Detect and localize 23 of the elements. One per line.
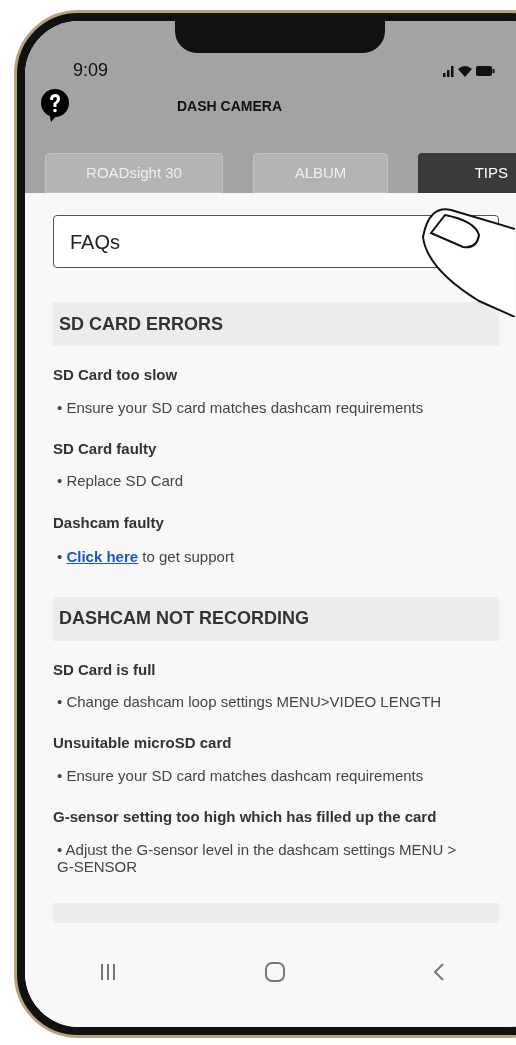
faq-question: SD Card is full xyxy=(53,659,157,680)
faq-question: Unsuitable microSD card xyxy=(53,733,233,754)
faq-answer: • Ensure your SD card matches dashcam requirements xyxy=(56,398,425,416)
recent-apps-icon[interactable] xyxy=(98,962,118,982)
back-icon[interactable] xyxy=(432,962,446,982)
faq-question: SD Card too slow xyxy=(53,365,179,385)
faq-question: SD Card faulty xyxy=(53,438,158,459)
faq-question: G-sensor setting too high which has filled up the card xyxy=(53,807,438,827)
home-icon[interactable] xyxy=(264,961,286,983)
faq-answer: • Replace SD Card xyxy=(56,472,185,490)
tab[interactable]: TIPS xyxy=(418,153,516,193)
section-header: DASHCAM NOT RECORDING xyxy=(53,596,499,641)
faq-answer: • Click here to get support xyxy=(56,547,236,567)
status-time: 9:09 xyxy=(73,59,109,82)
app-title: DASH CAMERA xyxy=(177,96,282,116)
faq-answer: • Change dashcam loop settings MENU>VIDEO LENGTH xyxy=(56,693,443,711)
faq-question: Dashcam faulty xyxy=(53,512,165,533)
section-header: SD CARD ERRORS xyxy=(53,302,499,346)
support-link[interactable]: Click here xyxy=(66,548,139,565)
faq-answer: • Adjust the G-sensor level in the dashcam settings MENU > G-SENSOR xyxy=(56,840,458,875)
faq-answer: • Ensure your SD card matches dashcam requirements xyxy=(56,766,425,784)
help-icon[interactable] xyxy=(39,88,71,124)
status-icons xyxy=(443,63,495,78)
